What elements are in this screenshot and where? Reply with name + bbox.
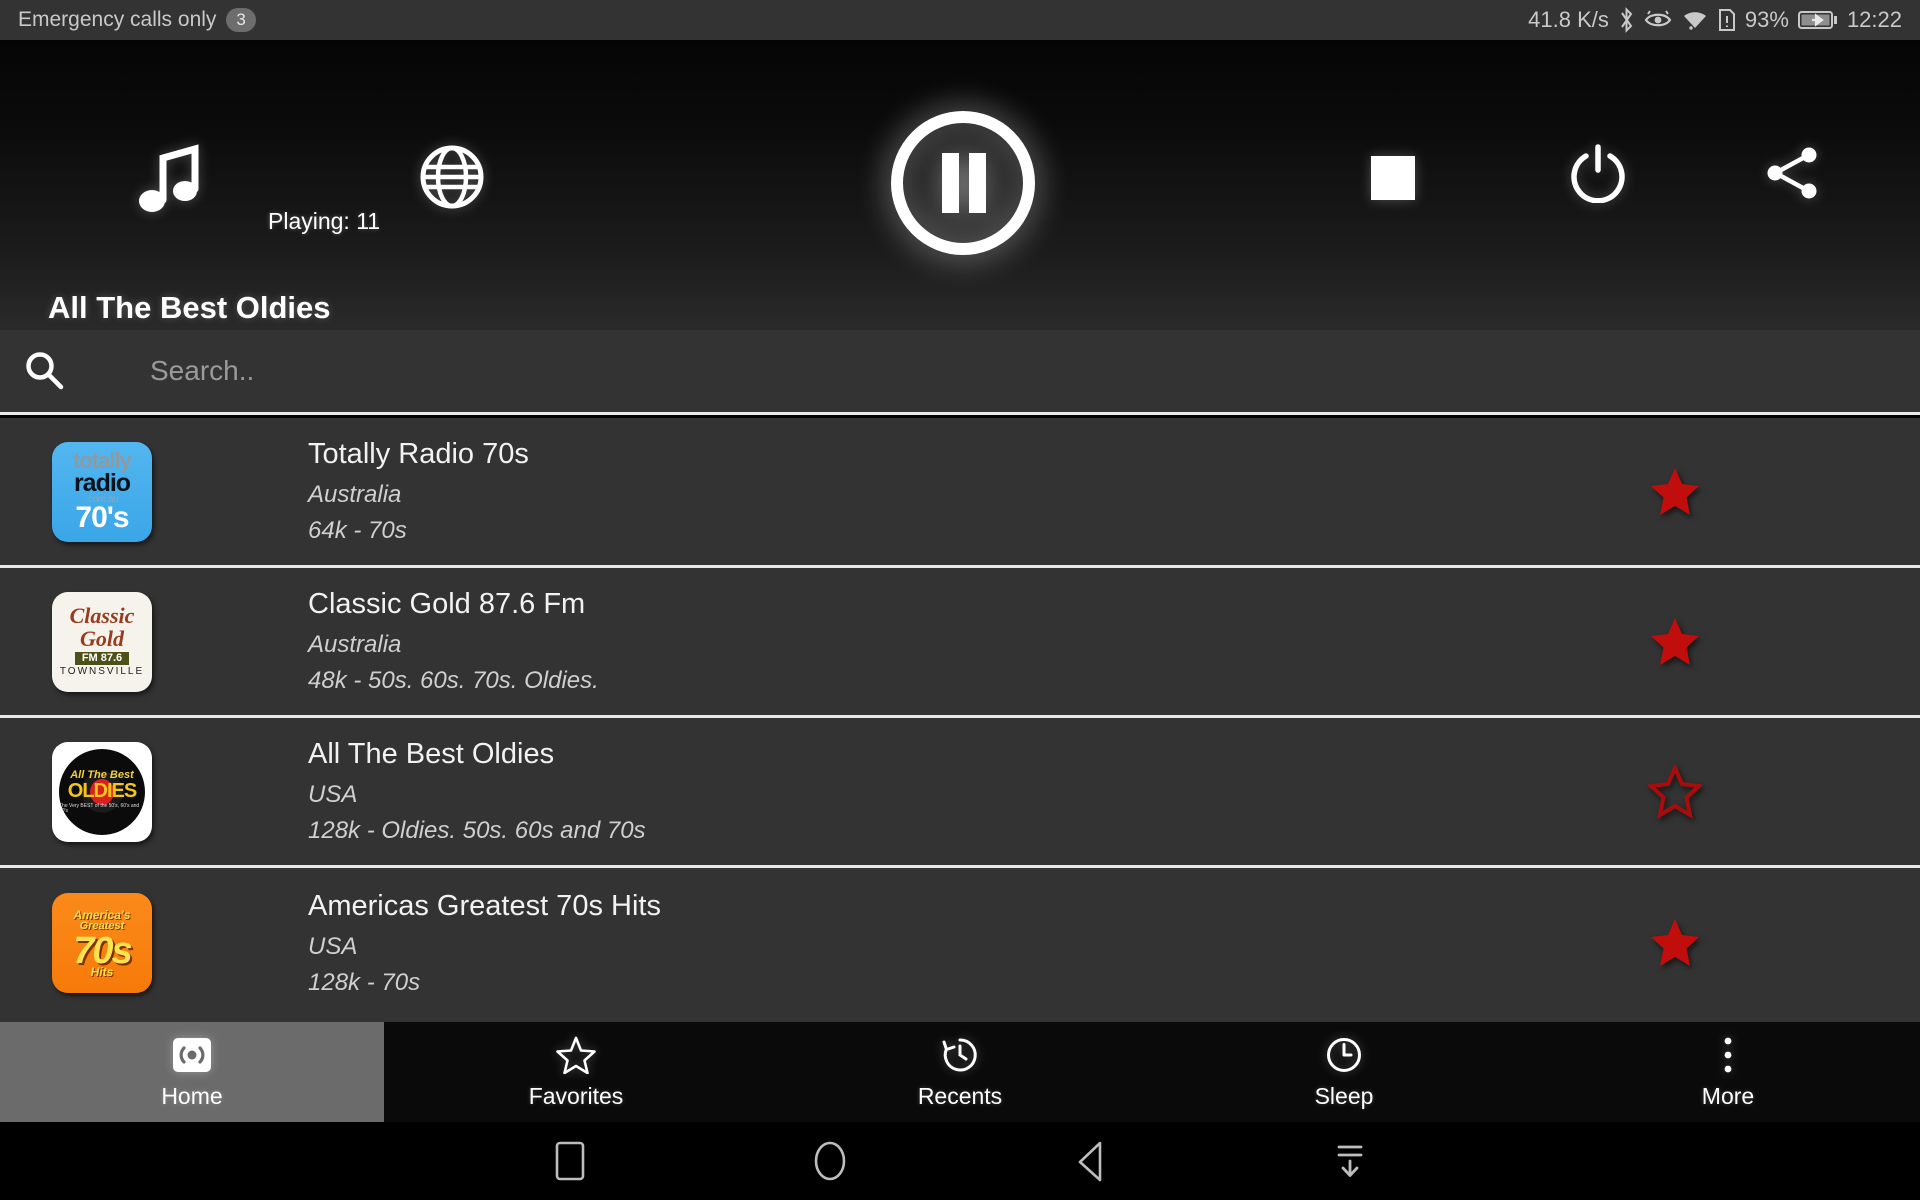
- station-country: Australia: [308, 481, 402, 508]
- logo-line: America's: [73, 907, 131, 922]
- back-triangle-icon[interactable]: [1060, 1131, 1120, 1191]
- status-bar-right: 41.8 K/s 93% 12:22: [1528, 7, 1902, 33]
- logo-line: totally: [73, 447, 132, 473]
- logo-line: The Very BEST of the 50's, 60's and 70's: [59, 802, 140, 814]
- pause-icon[interactable]: [880, 100, 1045, 265]
- search-icon: [22, 349, 66, 393]
- logo-line: radio: [73, 468, 131, 497]
- station-name: Classic Gold 87.6 Fm: [308, 588, 586, 620]
- americas-greatest-70s-hits-logo: America's Greatest 70s Hits: [52, 893, 152, 993]
- station-name: Totally Radio 70s: [308, 438, 529, 470]
- tab-recents-label: Recents: [917, 1082, 1003, 1109]
- clock-icon: [1325, 1035, 1363, 1075]
- tab-more-label: More: [1701, 1082, 1755, 1109]
- tab-home-label: Home: [161, 1082, 223, 1109]
- logo-line: FM 87.6: [74, 652, 130, 666]
- tab-favorites[interactable]: Favorites: [384, 1022, 768, 1122]
- now-playing-title: All The Best Oldies: [48, 290, 331, 325]
- sim-alert-icon: [1718, 8, 1736, 32]
- player-header: Playing: 11 All The Best Oldies: [0, 40, 1920, 330]
- carrier-label: Emergency calls only: [18, 8, 217, 31]
- tab-favorites-label: Favorites: [528, 1082, 624, 1109]
- classic-gold-logo: Classic Gold FM 87.6 TOWNSVILLE: [52, 591, 152, 692]
- station-name: Americas Greatest 70s Hits: [308, 889, 661, 922]
- station-country: Australia: [308, 631, 402, 658]
- logo-line: Gold: [80, 625, 124, 651]
- share-icon[interactable]: [1760, 140, 1826, 206]
- clock-label: 12:22: [1846, 7, 1902, 32]
- home-circle-icon[interactable]: [800, 1131, 860, 1191]
- broadcast-icon: [172, 1035, 212, 1075]
- music-note-icon[interactable]: [130, 140, 210, 220]
- stop-icon[interactable]: [1365, 150, 1421, 206]
- station-meta: 64k - 70s: [308, 517, 407, 544]
- station-info: All The Best Oldies USA 128k - Oldies. 5…: [308, 738, 646, 845]
- battery-charging-icon: [1797, 9, 1838, 31]
- favorite-star-filled-icon[interactable]: [1648, 465, 1702, 519]
- search-input[interactable]: [80, 355, 1780, 387]
- tab-more[interactable]: More: [1536, 1022, 1920, 1122]
- logo-line: TOWNSVILLE: [59, 666, 145, 678]
- globe-icon[interactable]: [415, 140, 489, 214]
- history-icon: [941, 1035, 979, 1075]
- table-row[interactable]: America's Greatest 70s Hits Americas Gre…: [0, 868, 1920, 1018]
- logo-line: 70s: [73, 929, 132, 972]
- totally-radio-70s-logo: totally radio .com.au 70's: [52, 441, 152, 542]
- tab-recents[interactable]: Recents: [768, 1022, 1152, 1122]
- station-info: Americas Greatest 70s Hits USA 128k - 70…: [308, 890, 661, 997]
- more-vertical-icon: [1722, 1035, 1734, 1075]
- tab-sleep[interactable]: Sleep: [1152, 1022, 1536, 1122]
- table-row[interactable]: Classic Gold FM 87.6 TOWNSVILLE Classic …: [0, 568, 1920, 718]
- all-the-best-oldies-logo: All The Best OLDIES The Very BEST of the…: [52, 741, 152, 842]
- bluetooth-icon: [1618, 7, 1635, 33]
- status-bar-left: Emergency calls only 3: [18, 7, 256, 33]
- logo-line: 70's: [75, 501, 129, 535]
- star-outline-icon: [556, 1035, 596, 1075]
- favorite-star-filled-icon[interactable]: [1648, 615, 1702, 669]
- power-icon[interactable]: [1565, 140, 1631, 206]
- station-country: USA: [308, 932, 358, 960]
- station-info: Totally Radio 70s Australia 64k - 70s: [308, 438, 529, 545]
- station-meta: 128k - 70s: [308, 968, 421, 996]
- android-nav-bar: [0, 1122, 1920, 1200]
- bottom-tab-bar: Home Favorites Recents Sleep More: [0, 1022, 1920, 1122]
- notification-count-badge: 3: [226, 7, 256, 33]
- logo-line: Classic: [69, 603, 135, 629]
- station-list[interactable]: totally radio .com.au 70's Totally Radio…: [0, 418, 1920, 1022]
- tab-sleep-label: Sleep: [1314, 1082, 1374, 1109]
- table-row[interactable]: totally radio .com.au 70's Totally Radio…: [0, 418, 1920, 568]
- table-row[interactable]: All The Best OLDIES The Very BEST of the…: [0, 718, 1920, 868]
- search-bar[interactable]: [0, 330, 1920, 415]
- eye-icon: [1644, 9, 1672, 31]
- logo-line: OLDIES: [67, 779, 137, 802]
- player-controls: Playing: 11: [0, 40, 1920, 255]
- station-meta: 48k - 50s. 60s. 70s. Oldies.: [308, 667, 599, 694]
- station-info: Classic Gold 87.6 Fm Australia 48k - 50s…: [308, 588, 599, 695]
- tab-home[interactable]: Home: [0, 1022, 384, 1122]
- recents-square-icon[interactable]: [540, 1131, 600, 1191]
- hide-keyboard-icon[interactable]: [1320, 1131, 1380, 1191]
- status-bar: Emergency calls only 3 41.8 K/s 93% 12:2…: [0, 0, 1920, 40]
- station-name: All The Best Oldies: [308, 738, 555, 770]
- station-country: USA: [308, 781, 358, 808]
- playing-count-label: Playing: 11: [268, 208, 381, 234]
- battery-percent-label: 93%: [1744, 7, 1789, 32]
- logo-line: Hits: [90, 964, 114, 979]
- favorite-star-outline-icon[interactable]: [1646, 762, 1704, 819]
- wifi-icon: [1681, 9, 1709, 31]
- network-speed-label: 41.8 K/s: [1528, 7, 1609, 32]
- favorite-star-filled-icon[interactable]: [1648, 916, 1702, 970]
- station-meta: 128k - Oldies. 50s. 60s and 70s: [308, 817, 646, 844]
